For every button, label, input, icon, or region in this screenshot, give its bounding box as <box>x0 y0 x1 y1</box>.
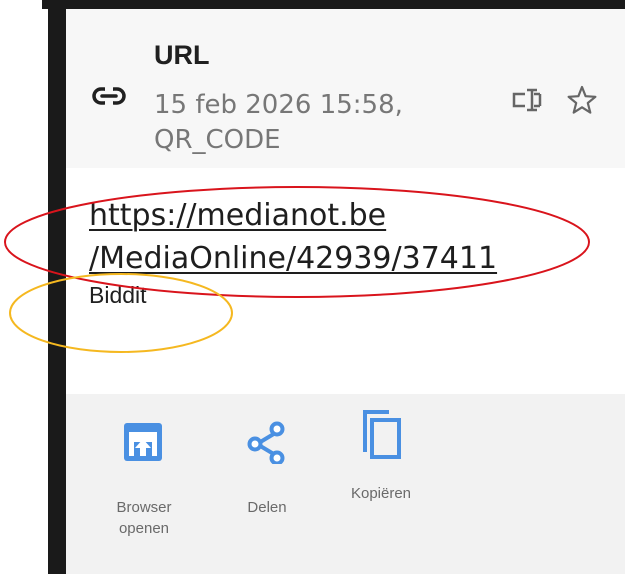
star-outline-icon[interactable] <box>566 84 598 116</box>
scan-type-title: URL <box>154 40 210 70</box>
share-button[interactable]: Delen <box>212 420 322 518</box>
top-frame-bar <box>42 0 625 9</box>
scan-note-text: Biddit <box>89 282 147 308</box>
share-label: Delen <box>247 499 287 516</box>
left-frame-bar <box>48 9 66 574</box>
open-in-browser-icon <box>124 423 162 461</box>
copy-button[interactable]: Kopiëren <box>326 410 436 504</box>
url-line-2: /MediaOnline/42939/37411 <box>89 241 498 276</box>
open-browser-label: Browser openen <box>116 499 172 537</box>
scan-format: QR_CODE <box>154 125 281 155</box>
open-browser-button[interactable]: Browser openen <box>89 420 199 539</box>
action-bar: Browser openen Delen Kopiëren <box>66 394 625 574</box>
copy-icon <box>363 410 401 459</box>
text-select-icon[interactable] <box>512 87 542 113</box>
share-icon <box>247 421 285 464</box>
scan-header: URL 15 feb 2026 15:58, QR_CODE <box>66 9 625 168</box>
scan-content: https://medianot.be /MediaOnline/42939/3… <box>66 168 625 394</box>
url-line-1: https://medianot.be <box>89 198 387 233</box>
scanned-url-link[interactable]: https://medianot.be /MediaOnline/42939/3… <box>89 194 497 280</box>
scan-meta: 15 feb 2026 15:58, QR_CODE <box>154 88 403 158</box>
scan-timestamp: 15 feb 2026 15:58, <box>154 90 403 120</box>
copy-label: Kopiëren <box>350 485 412 502</box>
link-icon <box>92 87 126 105</box>
scan-detail-panel: URL 15 feb 2026 15:58, QR_CODE https://m… <box>66 9 625 574</box>
